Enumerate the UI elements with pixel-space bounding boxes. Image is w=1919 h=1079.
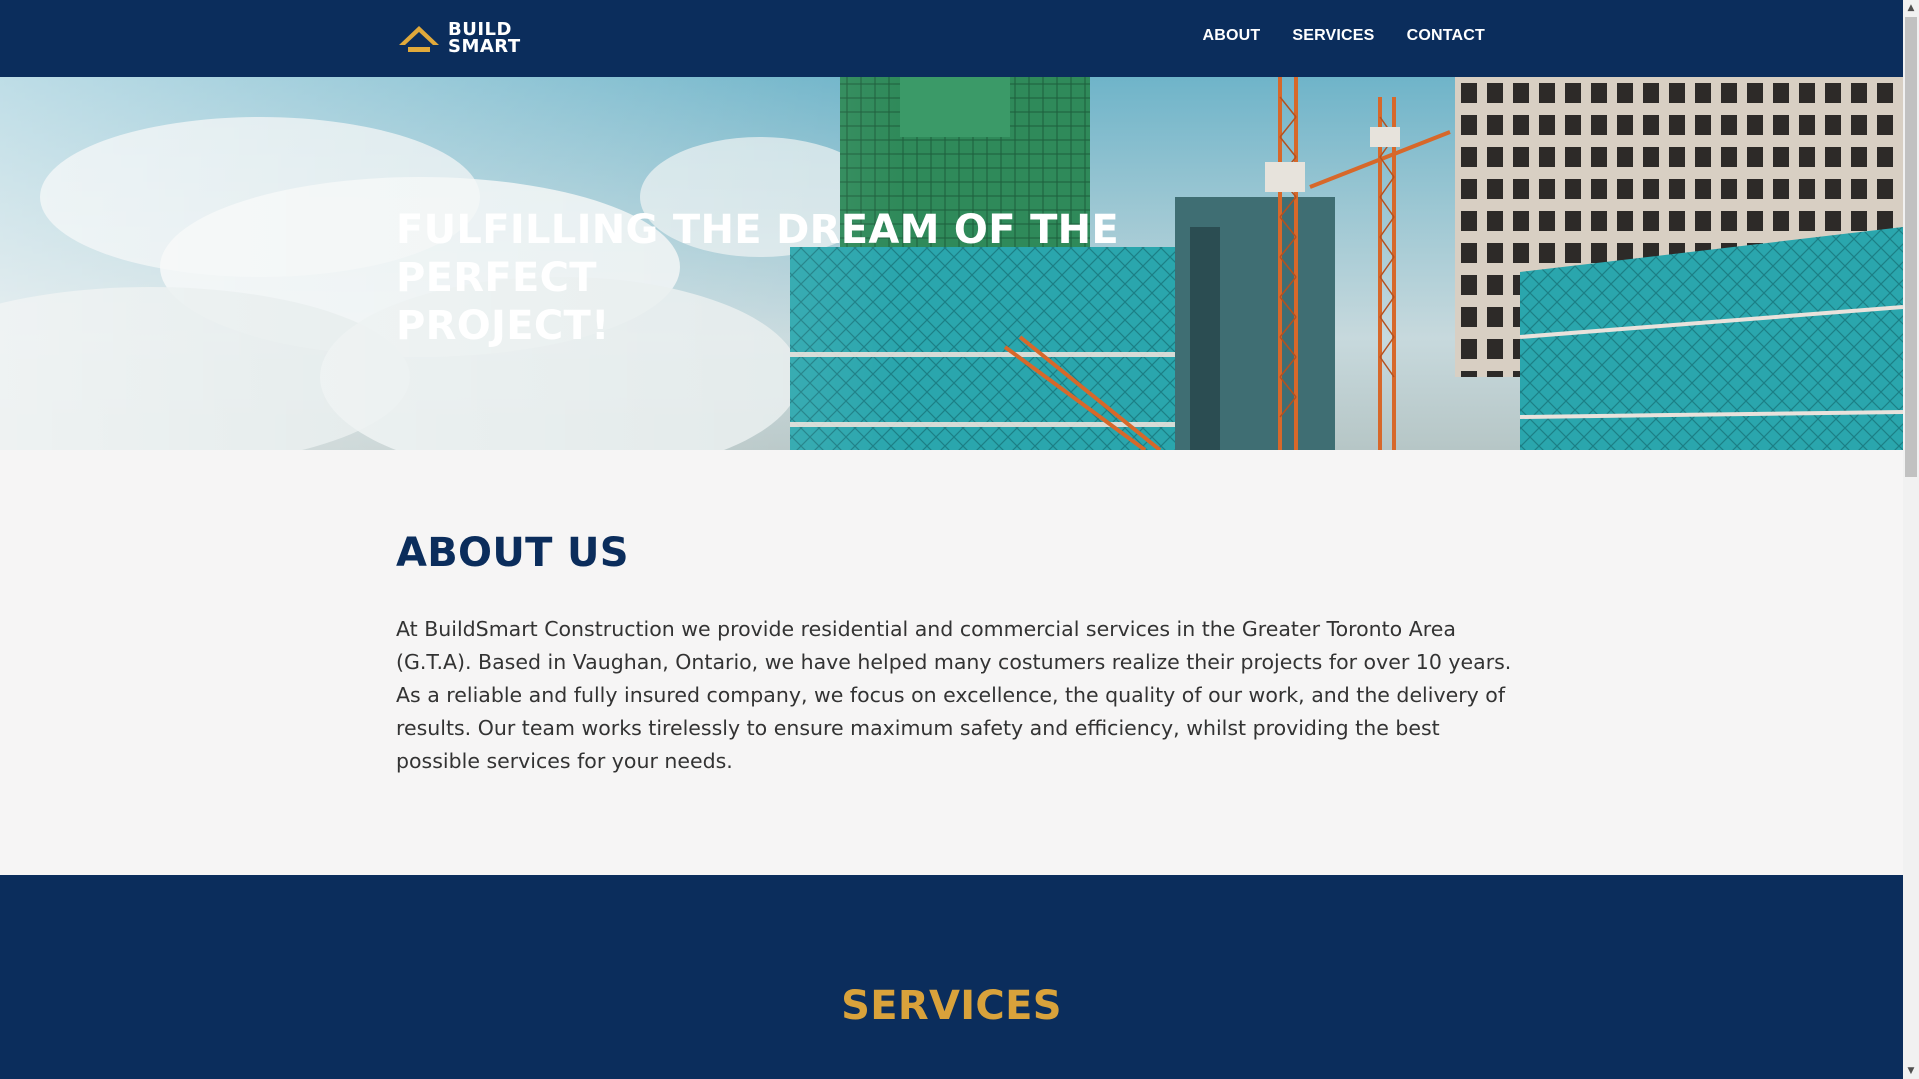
navbar: BUILD SMART ABOUT SERVICES CONTACT [0, 0, 1903, 77]
nav-link-contact[interactable]: CONTACT [1407, 27, 1485, 45]
about-paragraph: At BuildSmart Construction we provide re… [396, 617, 1512, 773]
nav-link-services[interactable]: SERVICES [1292, 27, 1374, 45]
logo-line-2: SMART [448, 36, 521, 57]
scroll-down-arrow-icon[interactable]: ▼ [1903, 1063, 1919, 1079]
about-heading: ABOUT US [396, 530, 629, 576]
hero-title-line-2: PROJECT! [396, 303, 610, 349]
about-section: ABOUT US At BuildSmart Construction we p… [0, 450, 1903, 875]
vertical-scrollbar[interactable]: ▲ ▼ [1903, 0, 1919, 1079]
hero-title: FULFILLING THE DREAM OF THE PERFECT PROJ… [396, 206, 1296, 350]
nav-link-about[interactable]: ABOUT [1202, 27, 1260, 45]
hero-title-line-1: FULFILLING THE DREAM OF THE PERFECT [396, 207, 1120, 301]
logo-wordmark: BUILD SMART [448, 21, 521, 57]
scrollbar-thumb[interactable] [1905, 17, 1917, 477]
buildsmart-logo[interactable]: BUILD SMART [396, 20, 521, 56]
main-nav: ABOUT SERVICES CONTACT [1202, 27, 1485, 45]
scroll-up-arrow-icon[interactable]: ▲ [1903, 0, 1919, 16]
services-section: SERVICES [0, 875, 1903, 1079]
services-heading: SERVICES [841, 983, 1062, 1029]
house-roof-icon [399, 26, 439, 52]
page: BUILD SMART ABOUT SERVICES CONTACT FULFI… [0, 0, 1903, 1079]
hero-banner: FULFILLING THE DREAM OF THE PERFECT PROJ… [0, 77, 1903, 450]
